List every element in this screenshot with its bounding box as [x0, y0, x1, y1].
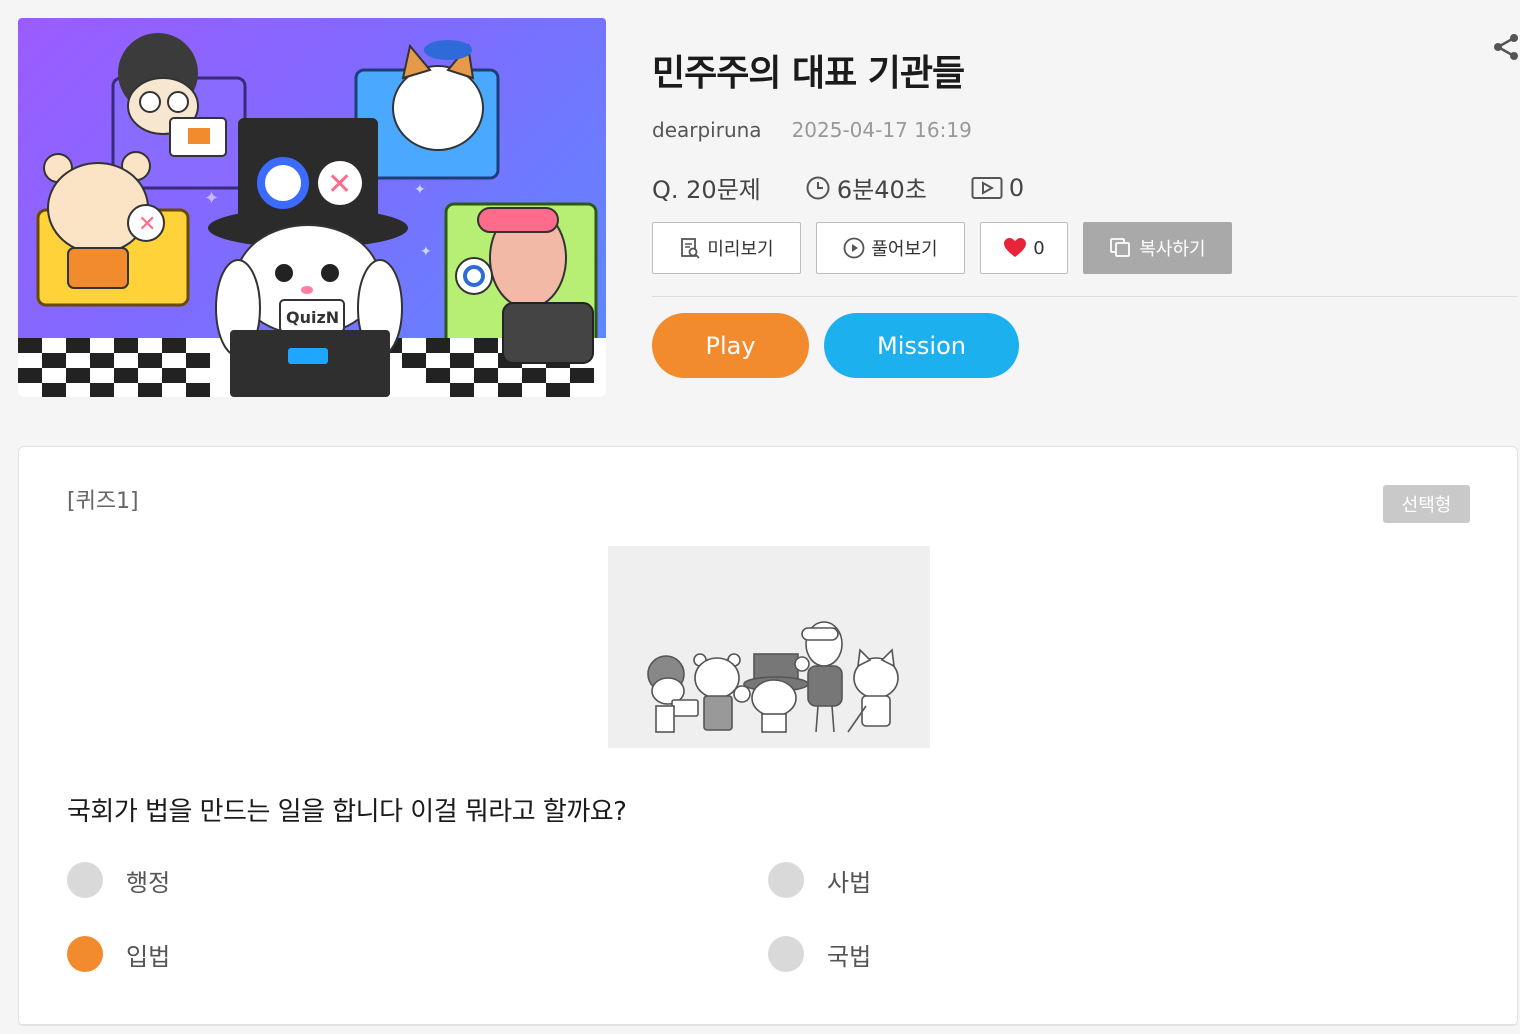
play-circle-icon: [843, 237, 865, 259]
play-count: 0: [971, 174, 1024, 202]
like-button[interactable]: 0: [980, 222, 1068, 274]
action-buttons: 미리보기 풀어보기 0 복사하기: [652, 222, 1247, 274]
svg-text:✦: ✦: [420, 244, 432, 260]
option-label: 국법: [827, 942, 872, 971]
heart-icon: [1004, 238, 1027, 257]
document-search-icon: [681, 238, 701, 259]
mission-button[interactable]: Mission: [824, 313, 1019, 378]
info-divider: [652, 296, 1518, 297]
option-label: 입법: [126, 942, 171, 971]
play-count-text: 0: [1008, 173, 1025, 202]
svg-text:✦: ✦: [414, 182, 426, 198]
svg-text:✕: ✕: [138, 212, 156, 237]
svg-text:✕: ✕: [327, 167, 352, 202]
question-count: Q. 20문제: [652, 170, 761, 205]
quiz-thumbnail: ✕ ✕ QuizN ✦ ✦ ✦: [18, 18, 606, 397]
duration-text: 6분40초: [836, 176, 927, 204]
copy-icon: [1110, 238, 1131, 257]
share-icon[interactable]: [1490, 32, 1520, 62]
answer-option-3[interactable]: 입법: [67, 936, 170, 972]
question-text: 국회가 법을 만드는 일을 합니다 이걸 뭐라고 할까요?: [67, 797, 627, 827]
answer-option-4[interactable]: 국법: [768, 936, 871, 972]
created-date: 2025-04-17 16:19: [791, 118, 972, 142]
play-buttons: Play Mission: [652, 313, 1034, 378]
question-image: [608, 546, 930, 748]
preview-label: 미리보기: [707, 239, 774, 260]
play-box-icon: [971, 176, 1003, 199]
duration: 6분40초: [805, 170, 927, 205]
quiz-meta: dearpiruna 2025-04-17 16:19: [652, 118, 972, 142]
quiz-stats: Q. 20문제 6분40초 0: [652, 170, 1068, 205]
radio-button[interactable]: [768, 936, 804, 972]
answer-option-2[interactable]: 사법: [768, 862, 871, 898]
copy-button[interactable]: 복사하기: [1083, 222, 1232, 274]
option-label: 행정: [126, 868, 171, 897]
answer-option-1[interactable]: 행정: [67, 862, 170, 898]
svg-text:✦: ✦: [204, 188, 219, 209]
radio-button[interactable]: [67, 862, 103, 898]
preview-button[interactable]: 미리보기: [652, 222, 801, 274]
question-count-text: Q. 20문제: [652, 176, 761, 204]
quiz-title: 민주주의 대표 기관들: [652, 53, 965, 94]
option-label: 사법: [827, 868, 872, 897]
author-name[interactable]: dearpiruna: [652, 118, 762, 142]
solve-label: 풀어보기: [871, 239, 938, 260]
quiz-number-label: [퀴즈1]: [67, 489, 139, 514]
quiz-card: [퀴즈1] 선택형 국회가 법을 만드는 일을 합니다 이걸 뭐라고 할까요? …: [18, 446, 1518, 1026]
question-type-badge: 선택형: [1383, 485, 1470, 523]
thumbnail-logo-text: QuizN: [286, 308, 339, 327]
like-count: 0: [1033, 237, 1045, 259]
solve-button[interactable]: 풀어보기: [816, 222, 965, 274]
radio-button[interactable]: [768, 862, 804, 898]
card-divider: [19, 1024, 1517, 1025]
clock-icon: [806, 176, 830, 199]
copy-label: 복사하기: [1139, 239, 1206, 260]
play-button[interactable]: Play: [652, 313, 809, 378]
radio-button-selected[interactable]: [67, 936, 103, 972]
